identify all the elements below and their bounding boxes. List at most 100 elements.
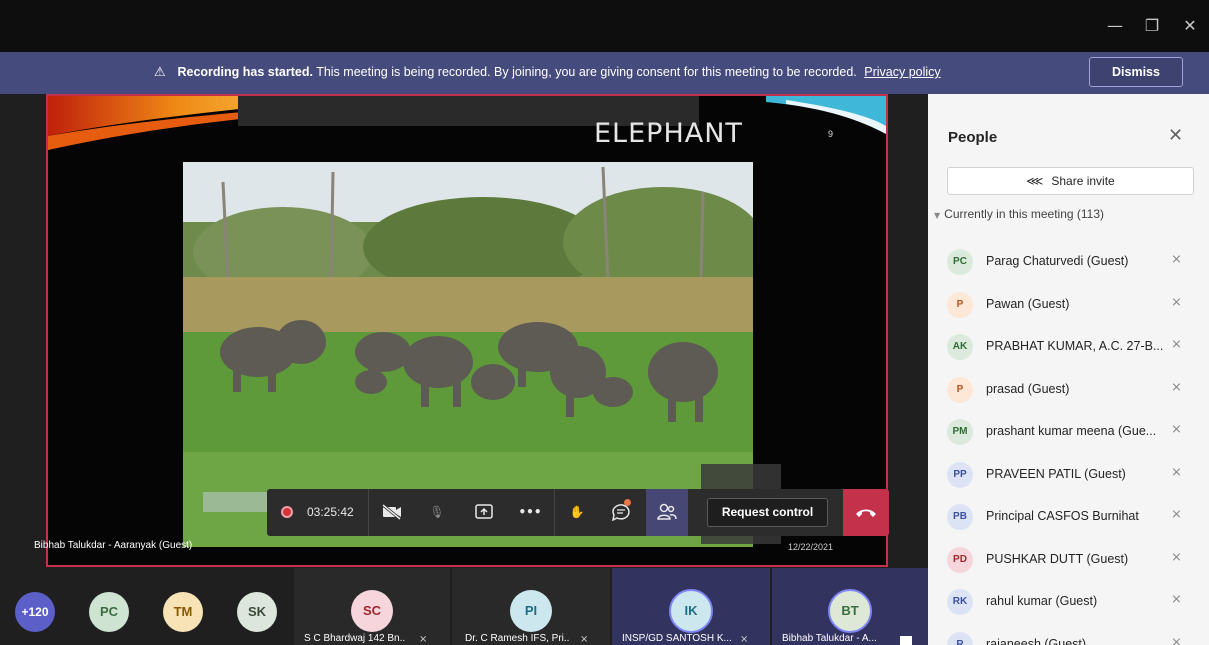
participant-avatar: P	[947, 376, 973, 403]
participant-avatar: RK	[947, 589, 973, 615]
mic-off-icon: ⨯	[1171, 592, 1182, 607]
screen-share-icon	[900, 636, 912, 645]
participant-avatar: PB	[947, 504, 973, 530]
mic-off-icon: ⨯	[1171, 507, 1182, 522]
mic-off-icon: ⨯	[580, 634, 589, 645]
meeting-timer: 03:25:42	[307, 505, 354, 519]
participant-name: prashant kumar meena (Gue...	[986, 424, 1157, 438]
participant-row[interactable]: PD PUSHKAR DUTT (Guest) ⨯	[928, 539, 1209, 581]
participant-avatar: SC	[351, 590, 393, 632]
participant-name: PRAVEEN PATIL (Guest)	[986, 466, 1126, 481]
participant-name: PUSHKAR DUTT (Guest)	[986, 551, 1129, 566]
participant-row[interactable]: PB Principal CASFOS Burnihat ⨯	[928, 496, 1209, 538]
banner-bold-text: Recording has started.	[177, 65, 313, 79]
participant-name: INSP/GD SANTOSH K...	[622, 633, 732, 644]
presenter-name: Bibhab Talukdar - Aaranyak (Guest)	[34, 540, 193, 551]
divider	[368, 489, 369, 536]
shared-screen-stage: ELEPHANT 9 12/22/2021 Bibhab Talukdar - …	[0, 94, 928, 568]
mic-off-icon: ⨯	[1171, 337, 1182, 352]
participant-avatar: P	[947, 291, 973, 318]
more-actions-icon[interactable]: •••	[515, 489, 545, 536]
mic-off-icon: ⨯	[740, 634, 749, 645]
chevron-down-icon: ▼	[934, 211, 941, 220]
participant-avatar: PC	[947, 249, 973, 275]
request-control-button[interactable]: Request control	[707, 498, 828, 527]
participant-avatar: PM	[947, 419, 973, 445]
participant-name: Parag Chaturvedi (Guest)	[986, 254, 1129, 268]
participant-tile[interactable]: BT Bibhab Talukdar - A...	[772, 568, 928, 645]
participant-avatar: PD	[947, 546, 973, 573]
participant-avatar: BT	[828, 589, 872, 633]
close-icon[interactable]: ✕	[1178, 14, 1202, 38]
dismiss-button[interactable]: Dismiss	[1089, 57, 1183, 87]
chat-icon[interactable]	[604, 489, 638, 536]
participant-name: Principal CASFOS Burnihat	[986, 509, 1139, 523]
phone-hangup-icon	[856, 509, 876, 517]
participant-row[interactable]: P Pawan (Guest) ⨯	[928, 284, 1209, 326]
participant-avatar[interactable]: TM	[163, 592, 203, 632]
mic-off-icon: ⨯	[1171, 634, 1182, 645]
participant-row[interactable]: PM prashant kumar meena (Gue... ⨯	[928, 411, 1209, 453]
banner-message: ⚠ Recording has started. This meeting is…	[154, 65, 941, 80]
participant-tile[interactable]: PI Dr. C Ramesh IFS, Pri... ⨯	[452, 568, 610, 645]
participant-name: Pawan (Guest)	[986, 296, 1070, 311]
participant-tile[interactable]: IK INSP/GD SANTOSH K... ⨯	[612, 568, 770, 645]
participant-avatar[interactable]: SK	[237, 592, 277, 632]
participant-tile[interactable]: SC S C Bhardwaj 142 Bn... ⨯	[294, 568, 450, 645]
participant-name: prasad (Guest)	[986, 381, 1070, 396]
meeting-controls-bar: 03:25:42 🎙 ••• ✋ Request control	[267, 489, 889, 536]
privacy-policy-link[interactable]: Privacy policy	[864, 65, 940, 79]
participant-name: PRABHAT KUMAR, A.C. 27-B...	[986, 339, 1164, 353]
participant-avatar: IK	[669, 589, 713, 633]
share-invite-label: Share invite	[1051, 174, 1115, 188]
participant-row[interactable]: PP PRAVEEN PATIL (Guest) ⨯	[928, 454, 1209, 496]
mic-off-icon: ⨯	[1171, 549, 1182, 565]
close-icon[interactable]: ✕	[1168, 125, 1183, 146]
panel-title: People	[948, 129, 998, 146]
divider	[554, 489, 555, 536]
recording-banner: ⚠ Recording has started. This meeting is…	[0, 52, 1209, 94]
share-icon: ⋘	[1026, 174, 1044, 188]
camera-off-icon[interactable]	[373, 489, 411, 536]
slide-number: 9	[828, 129, 834, 139]
hang-up-button[interactable]	[843, 489, 889, 536]
participant-avatar: PI	[510, 590, 552, 632]
mic-off-icon: ⨯	[1171, 464, 1182, 480]
participant-name: S C Bhardwaj 142 Bn...	[304, 633, 406, 644]
mic-off-icon: ⨯	[1171, 294, 1182, 310]
mic-off-icon: ⨯	[419, 634, 428, 645]
banner-text: This meeting is being recorded. By joini…	[316, 65, 857, 79]
teams-meeting-window: — ❐ ✕ ⚠ Recording has started. This meet…	[0, 0, 1209, 645]
mic-off-icon: ⨯	[1171, 422, 1182, 437]
participant-row[interactable]: Pprasad (Guest) ⨯	[928, 369, 1209, 411]
participant-row[interactable]: Rrajaneesh (Guest) ⨯	[928, 624, 1209, 645]
participant-row[interactable]: PC Parag Chaturvedi (Guest) ⨯	[928, 241, 1209, 283]
raise-hand-icon[interactable]: ✋	[562, 489, 592, 536]
mic-off-icon: ⨯	[1171, 252, 1182, 267]
participant-name: rajaneesh (Guest)	[986, 636, 1087, 645]
participant-row[interactable]: AK PRABHAT KUMAR, A.C. 27-B... ⨯	[928, 326, 1209, 368]
minimize-icon[interactable]: —	[1103, 14, 1127, 38]
overflow-count[interactable]: +120	[15, 592, 55, 632]
participant-row[interactable]: RK rahul kumar (Guest) ⨯	[928, 581, 1209, 623]
warning-icon: ⚠	[154, 65, 166, 80]
participant-avatar[interactable]: PC	[89, 592, 129, 632]
share-content-icon[interactable]	[467, 489, 501, 536]
participant-name: Dr. C Ramesh IFS, Pri...	[465, 633, 569, 644]
slide-title: ELEPHANT	[594, 118, 743, 149]
section-label: Currently in this meeting (113)	[944, 207, 1104, 221]
slide-date: 12/22/2021	[788, 542, 834, 552]
people-panel: People ✕ ⋘ Share invite ▼ Currently in thi…	[928, 94, 1209, 645]
mic-off-icon[interactable]: 🎙	[422, 489, 452, 536]
participant-avatar: R	[947, 631, 973, 645]
restore-icon[interactable]: ❐	[1140, 14, 1164, 38]
participant-avatar: AK	[947, 334, 973, 360]
recording-indicator-icon	[281, 506, 293, 518]
chat-notification-dot	[624, 499, 631, 506]
in-meeting-section-header[interactable]: ▼ Currently in this meeting (113)	[934, 207, 1104, 221]
share-invite-button[interactable]: ⋘ Share invite	[947, 167, 1194, 195]
people-button[interactable]	[646, 489, 688, 536]
slide-decoration-right	[766, 96, 886, 134]
participant-avatar: PP	[947, 461, 973, 488]
participant-strip: +120 PC TM SK SC S C Bhardwaj 142 Bn... …	[0, 568, 928, 645]
